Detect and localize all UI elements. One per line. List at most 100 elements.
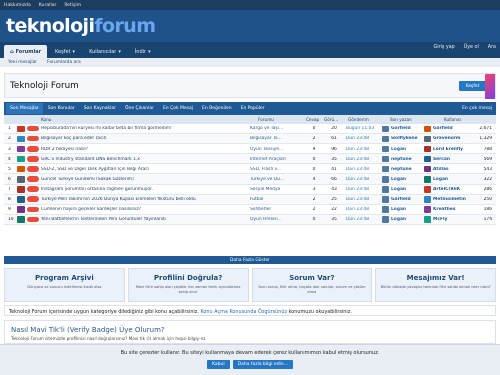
post-date[interactable]: Dün 23:48 bbox=[346, 187, 380, 192]
last-poster[interactable]: Logan bbox=[391, 207, 423, 212]
avatar[interactable] bbox=[424, 125, 431, 133]
avatar[interactable] bbox=[17, 145, 25, 153]
tab-explore[interactable]: Keşfet ▾ bbox=[49, 45, 81, 58]
avatar[interactable] bbox=[424, 176, 431, 183]
new-posts-link[interactable]: Yeni mesajlar bbox=[8, 60, 37, 65]
table-row[interactable]: 10 Yeni Battlefield'ın Testlerinden Yeni … bbox=[4, 214, 496, 225]
table-row[interactable]: 7 Instagram yorumları ortasına rağmen gör… bbox=[4, 184, 496, 195]
site-logo[interactable]: teknolojiforum bbox=[6, 16, 156, 36]
avatar[interactable] bbox=[424, 216, 431, 223]
topic-forum[interactable]: SSD, Flash v... bbox=[250, 167, 298, 172]
topic-title[interactable]: Yeni Battlefield'ın Testlerinden Yeni Gö… bbox=[41, 217, 239, 222]
avatar[interactable] bbox=[17, 206, 25, 213]
topic-forum[interactable]: Türkiye ve Dü... bbox=[250, 177, 298, 182]
tab-users[interactable]: Kullanıcılar ▾ bbox=[83, 45, 127, 58]
avatar[interactable] bbox=[17, 196, 25, 203]
topic-title[interactable]: Türkiye Milli Takımı'nın 2026 Dünya Kupa… bbox=[41, 197, 239, 202]
post-date[interactable]: Dün 23:48 bbox=[346, 197, 380, 202]
avatar[interactable] bbox=[382, 196, 389, 203]
topic-forum[interactable]: Kargo ve Taşı... bbox=[250, 126, 298, 131]
search-button[interactable]: Ara bbox=[488, 45, 496, 50]
table-row[interactable]: 3 RDR 2 hikayesi nasıl? Oyun Tavsiye... 9 96… bbox=[4, 144, 496, 155]
avatar[interactable] bbox=[382, 176, 389, 183]
avatar[interactable] bbox=[382, 125, 389, 133]
last-poster[interactable]: Garfield bbox=[391, 197, 423, 202]
login-button[interactable]: Giriş yap bbox=[434, 45, 455, 50]
topic-title[interactable]: Bilgisayar koç para eder (acil) bbox=[41, 136, 239, 141]
avatar[interactable] bbox=[17, 165, 25, 173]
avatar[interactable] bbox=[17, 155, 25, 163]
avatar[interactable] bbox=[424, 165, 431, 173]
avatar[interactable] bbox=[424, 206, 431, 213]
learn-more-button[interactable]: Daha fazla bilgi edin... bbox=[232, 360, 293, 369]
avatar[interactable] bbox=[17, 176, 25, 183]
avatar[interactable] bbox=[382, 145, 389, 153]
table-row[interactable]: 9 Cümlenin hayırlı gecikler kardeşler nas… bbox=[4, 204, 496, 215]
rules-link[interactable]: Kurallar bbox=[39, 3, 57, 8]
register-button[interactable]: Üye ol bbox=[464, 45, 479, 50]
avatar[interactable] bbox=[382, 186, 389, 193]
member-name[interactable]: Lord Erenfly bbox=[433, 147, 473, 152]
card-question[interactable]: Sorum Var? Soru sorup, fikir alma, hayata… bbox=[251, 268, 373, 302]
avatar[interactable] bbox=[424, 145, 431, 153]
post-date[interactable]: Dün 23:48 bbox=[346, 157, 380, 162]
avatar[interactable] bbox=[424, 186, 431, 193]
last-poster[interactable]: wolflykene bbox=[391, 136, 423, 141]
tab-most-popular[interactable]: En Popüler bbox=[237, 103, 269, 114]
tab-latest-resources[interactable]: Son Kaynaklar bbox=[80, 103, 120, 114]
last-poster[interactable]: Logan bbox=[391, 187, 423, 192]
avatar[interactable] bbox=[17, 135, 25, 143]
post-date[interactable]: Dün 23:48 bbox=[346, 147, 380, 152]
topic-forum[interactable]: Sohbetler bbox=[250, 207, 298, 212]
post-date[interactable]: Dün 23:48 bbox=[346, 177, 380, 182]
topic-title[interactable]: Güncel Türkiye Gündemi (Sokak Gözlerim) bbox=[41, 177, 239, 182]
avatar[interactable] bbox=[382, 216, 389, 223]
table-row[interactable]: 1 Hepsiburada'nın kuryesi mi kadar beta b… bbox=[4, 124, 496, 135]
table-row[interactable]: 8 Türkiye Milli Takımı'nın 2026 Dünya Kup… bbox=[4, 194, 496, 205]
topic-title[interactable]: Hepsiburada'nın kuryesi mi kadar beta bi… bbox=[41, 126, 239, 131]
last-poster[interactable]: Logan bbox=[391, 217, 423, 222]
table-row[interactable]: 2 Bilgisayar koç para eder (acil) Bilgisay… bbox=[4, 134, 496, 145]
tab-latest-topics[interactable]: Son Konular bbox=[44, 103, 79, 114]
table-row[interactable]: 5 SSD-Z, SSD ve Diğer Disk Aygıtları İçin… bbox=[4, 164, 496, 175]
topic-forum[interactable]: Oyun Tavsiye... bbox=[250, 147, 298, 152]
card-messages[interactable]: Mesajımız Var! Bütün dahada yavaşlar tanı… bbox=[375, 268, 496, 302]
show-more-button[interactable]: Daha Fazla Göster bbox=[4, 256, 496, 264]
tab-downloads[interactable]: İndir ▾ bbox=[129, 45, 157, 58]
member-name[interactable]: Sercan bbox=[433, 157, 473, 162]
member-name[interactable]: Kreathex bbox=[433, 207, 473, 212]
post-date[interactable]: Dün 23:48 bbox=[346, 136, 380, 141]
tab-forums[interactable]: ⌂ Forumlar bbox=[4, 45, 48, 58]
topic-title[interactable]: Instagram yorumları ortasına rağmen görü… bbox=[41, 187, 239, 192]
table-row[interactable]: 4 GRC'x Industry standard DNS Benchmark 1… bbox=[4, 154, 496, 165]
card-verify-profile[interactable]: Profilini Doğrula? Mavi tik'e sahip olan … bbox=[127, 268, 249, 302]
accept-button[interactable]: Kabul bbox=[207, 360, 230, 369]
topic-title[interactable]: Cümlenin hayırlı gecikler kardeşler nası… bbox=[41, 207, 239, 212]
post-date[interactable]: Bugün 11:03 bbox=[346, 126, 380, 131]
card-program-archive[interactable]: Program Arşivi Dünyaca ve sunucu indirilm… bbox=[4, 268, 125, 302]
avatar[interactable] bbox=[382, 155, 389, 163]
about-link[interactable]: Hakkımızda bbox=[4, 3, 31, 8]
topic-forum[interactable]: Sosyal Medya bbox=[250, 187, 298, 192]
notice-link[interactable]: Konu Açma Konusunda Özgürsünüz bbox=[200, 309, 287, 315]
member-name[interactable]: Garfield bbox=[433, 126, 473, 131]
tab-most-liked[interactable]: En Beğenilen bbox=[198, 103, 236, 114]
explore-button[interactable]: Keşfet bbox=[459, 81, 486, 91]
avatar[interactable] bbox=[424, 155, 431, 163]
avatar[interactable] bbox=[424, 196, 431, 203]
post-date[interactable]: Dün 23:48 bbox=[346, 207, 380, 212]
topic-forum[interactable]: Oyun Hreleri... bbox=[250, 217, 298, 222]
avatar[interactable] bbox=[17, 216, 25, 223]
contact-link[interactable]: İletişim bbox=[64, 3, 81, 8]
member-name[interactable]: ArtelC(R6K bbox=[433, 187, 473, 192]
avatar[interactable] bbox=[17, 186, 25, 193]
search-forums-link[interactable]: Forumlarda ara bbox=[47, 60, 81, 65]
avatar[interactable] bbox=[17, 125, 25, 133]
tab-latest-posts[interactable]: Son Mesajlar bbox=[6, 103, 43, 114]
last-poster[interactable]: Logan bbox=[391, 147, 423, 152]
verify-title[interactable]: Nasıl Mavi Tik'li (Verify Badge) Üye Olu… bbox=[11, 326, 165, 334]
member-name[interactable]: Gravenorm bbox=[433, 136, 473, 141]
avatar[interactable] bbox=[382, 165, 389, 173]
post-date[interactable]: Dün 23:48 bbox=[346, 167, 380, 172]
topic-forum[interactable]: İnternet Araçları bbox=[250, 157, 298, 162]
